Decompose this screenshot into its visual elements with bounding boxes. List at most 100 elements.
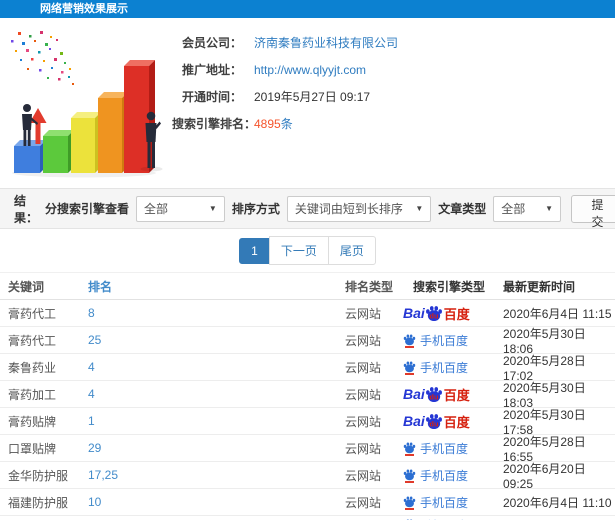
baidu-paw-icon: du <box>425 414 442 430</box>
table-row: 膏药加工 4 云网站 Bai du 百度 2020年5月30日 18:03 <box>0 381 615 410</box>
info-row-engine-rank: 搜索引擎排名： 4895条 <box>172 115 398 142</box>
table-row: 膏药代工 8 云网站 Bai du 百度 2020年6月4日 11:15 <box>0 300 615 327</box>
header-engine-type: 搜索引擎类型 <box>413 279 486 294</box>
info-section: 会员公司： 济南秦鲁药业科技有限公司 推广地址： http://www.qlyy… <box>0 18 615 182</box>
search-engine-cell: Bai du 百度 <box>403 304 503 323</box>
table-header-row: 关键词 排名 排名类型 搜索引擎类型 最新更新时间 <box>0 272 615 300</box>
baidu-paw-icon: du <box>425 387 442 403</box>
open-time-value: 2019年5月27日 09:17 <box>254 90 371 104</box>
last-page-button[interactable]: 尾页 <box>327 236 376 265</box>
bar-chart-graphic <box>11 31 163 178</box>
results-table: 关键词 排名 排名类型 搜索引擎类型 最新更新时间 膏药代工 8 云网站 Bai du 百… <box>0 272 615 520</box>
promo-url-label: 推广地址： <box>181 63 242 77</box>
marketing-chart-illustration <box>0 18 172 182</box>
article-type-label: 文章类型 <box>438 202 487 216</box>
update-time-cell: 2020年6月4日 11:10 <box>503 495 612 510</box>
update-time-cell: 2020年6月4日 11:15 <box>503 306 612 321</box>
rank-link[interactable]: 29 <box>88 441 345 455</box>
baidu-logo: Bai du 百度 <box>403 386 470 403</box>
pagination: 1 下一页 尾页 <box>0 229 615 272</box>
chevron-down-icon: ▼ <box>545 204 554 213</box>
keyword-cell: 膏药代工 <box>8 306 57 321</box>
keyword-cell: 口罩贴牌 <box>8 441 57 456</box>
table-row: 口罩贴牌 29 云网站 手机百度 2020年5月28日 16:55 <box>0 435 615 464</box>
rank-link[interactable]: 1 <box>88 414 345 428</box>
engine-filter-label: 分搜索引擎查看 <box>45 202 130 216</box>
table-row: 福建防护服 10 云网站 手机百度 2020年6月4日 11:10 <box>0 489 615 516</box>
baidu-paw-icon: du <box>425 306 442 322</box>
rank-count-unit: 条 <box>280 117 293 131</box>
baidu-underline <box>405 372 414 375</box>
rank-link[interactable]: 4 <box>88 387 345 401</box>
search-engine-cell: Bai du 百度 <box>403 385 503 404</box>
info-row-promo-url: 推广地址： http://www.qlyyjt.com <box>172 61 398 88</box>
filter-bar: 结果： 分搜索引擎查看 全部 ▼ 排序方式 关键词由短到长排序 ▼ 文章类型 全… <box>0 188 615 229</box>
baidu-underline <box>405 345 414 348</box>
header-keyword: 关键词 <box>8 279 45 294</box>
search-engine-cell: Bai du 百度 <box>403 412 503 431</box>
info-row-company: 会员公司： 济南秦鲁药业科技有限公司 <box>172 34 398 61</box>
table-row: 秦鲁药业 4 云网站 手机百度 2020年5月28日 17:02 <box>0 354 615 383</box>
submit-button[interactable]: 提交 <box>571 194 615 229</box>
keyword-cell: 秦鲁药业 <box>8 360 57 375</box>
search-engine-cell: 手机百度 <box>403 332 503 349</box>
baidu-mobile-logo: 手机百度 <box>403 359 468 376</box>
promo-url-link[interactable]: http://www.qlyyjt.com <box>254 63 366 77</box>
filter-controls: 分搜索引擎查看 全部 ▼ 排序方式 关键词由短到长排序 ▼ 文章类型 全部 ▼ … <box>38 194 615 229</box>
header-update-time: 最新更新时间 <box>503 279 576 294</box>
engine-rank-label: 搜索引擎排名： <box>172 117 257 131</box>
baidu-mobile-logo: 手机百度 <box>403 467 468 484</box>
keyword-cell: 金华防护服 <box>8 468 69 483</box>
baidu-mobile-logo: 手机百度 <box>403 332 468 349</box>
baidu-mobile-logo: 手机百度 <box>403 494 468 511</box>
table-body: 膏药代工 8 云网站 Bai du 百度 2020年6月4日 11:15 膏药代工 25 云网站手… <box>0 300 615 520</box>
baidu-paw-icon <box>403 469 416 480</box>
baidu-logo: Bai du 百度 <box>403 305 470 322</box>
sort-filter-select[interactable]: 关键词由短到长排序 ▼ <box>286 195 432 222</box>
baidu-underline <box>405 480 414 483</box>
article-type-select[interactable]: 全部 ▼ <box>493 195 562 222</box>
baidu-paw-icon <box>403 361 416 372</box>
rank-link[interactable]: 8 <box>88 306 345 320</box>
svg-text:du: du <box>429 420 439 429</box>
engine-filter-select[interactable]: 全部 ▼ <box>136 195 225 222</box>
engine-rank-value: 4895条 <box>254 115 293 132</box>
rank-count: 4895 <box>254 117 281 131</box>
table-row-partial: 手机百度 <box>0 516 615 520</box>
info-fields: 会员公司： 济南秦鲁药业科技有限公司 推广地址： http://www.qlyy… <box>172 18 398 182</box>
company-label: 会员公司： <box>181 36 242 50</box>
header-rank: 排名 <box>88 279 113 294</box>
keyword-cell: 福建防护服 <box>8 495 69 510</box>
table-row: 金华防护服 17,25 云网站 手机百度 2020年6月20日 09:25 <box>0 461 615 491</box>
baidu-paw-icon <box>403 334 416 345</box>
company-link[interactable]: 济南秦鲁药业科技有限公司 <box>254 34 398 51</box>
engine-filter-value: 全部 <box>144 202 169 216</box>
svg-text:du: du <box>429 393 439 402</box>
baidu-underline <box>405 507 414 510</box>
sort-filter-value: 关键词由短到长排序 <box>294 202 403 216</box>
search-engine-cell: 手机百度 <box>403 359 503 376</box>
next-page-button[interactable]: 下一页 <box>268 236 329 265</box>
update-time-cell: 2020年6月20日 09:25 <box>503 461 586 491</box>
rank-link[interactable]: 25 <box>88 333 345 347</box>
keyword-cell: 膏药代工 <box>8 333 57 348</box>
baidu-paw-icon <box>403 496 416 507</box>
svg-text:du: du <box>429 312 439 321</box>
header-rank-type: 排名类型 <box>345 279 394 294</box>
rank-link[interactable]: 10 <box>88 495 345 509</box>
keyword-cell: 膏药贴牌 <box>8 414 57 429</box>
info-row-open-time: 开通时间： 2019年5月27日 09:17 <box>172 88 398 115</box>
table-row: 膏药代工 25 云网站 手机百度 2020年5月30日 18:06 <box>0 327 615 356</box>
chevron-down-icon: ▼ <box>208 204 217 213</box>
keyword-cell: 膏药加工 <box>8 387 57 402</box>
result-label: 结果： <box>14 193 39 225</box>
rank-link[interactable]: 17,25 <box>88 468 345 482</box>
search-engine-cell: 手机百度 <box>403 494 503 511</box>
article-type-value: 全部 <box>501 202 526 216</box>
window-titlebar: 网络营销效果展示 <box>0 0 615 18</box>
baidu-logo: Bai du 百度 <box>403 413 470 430</box>
search-engine-cell: 手机百度 <box>406 516 503 520</box>
page-1-button[interactable]: 1 <box>239 237 270 264</box>
baidu-underline <box>405 453 414 456</box>
rank-link[interactable]: 4 <box>88 360 345 374</box>
